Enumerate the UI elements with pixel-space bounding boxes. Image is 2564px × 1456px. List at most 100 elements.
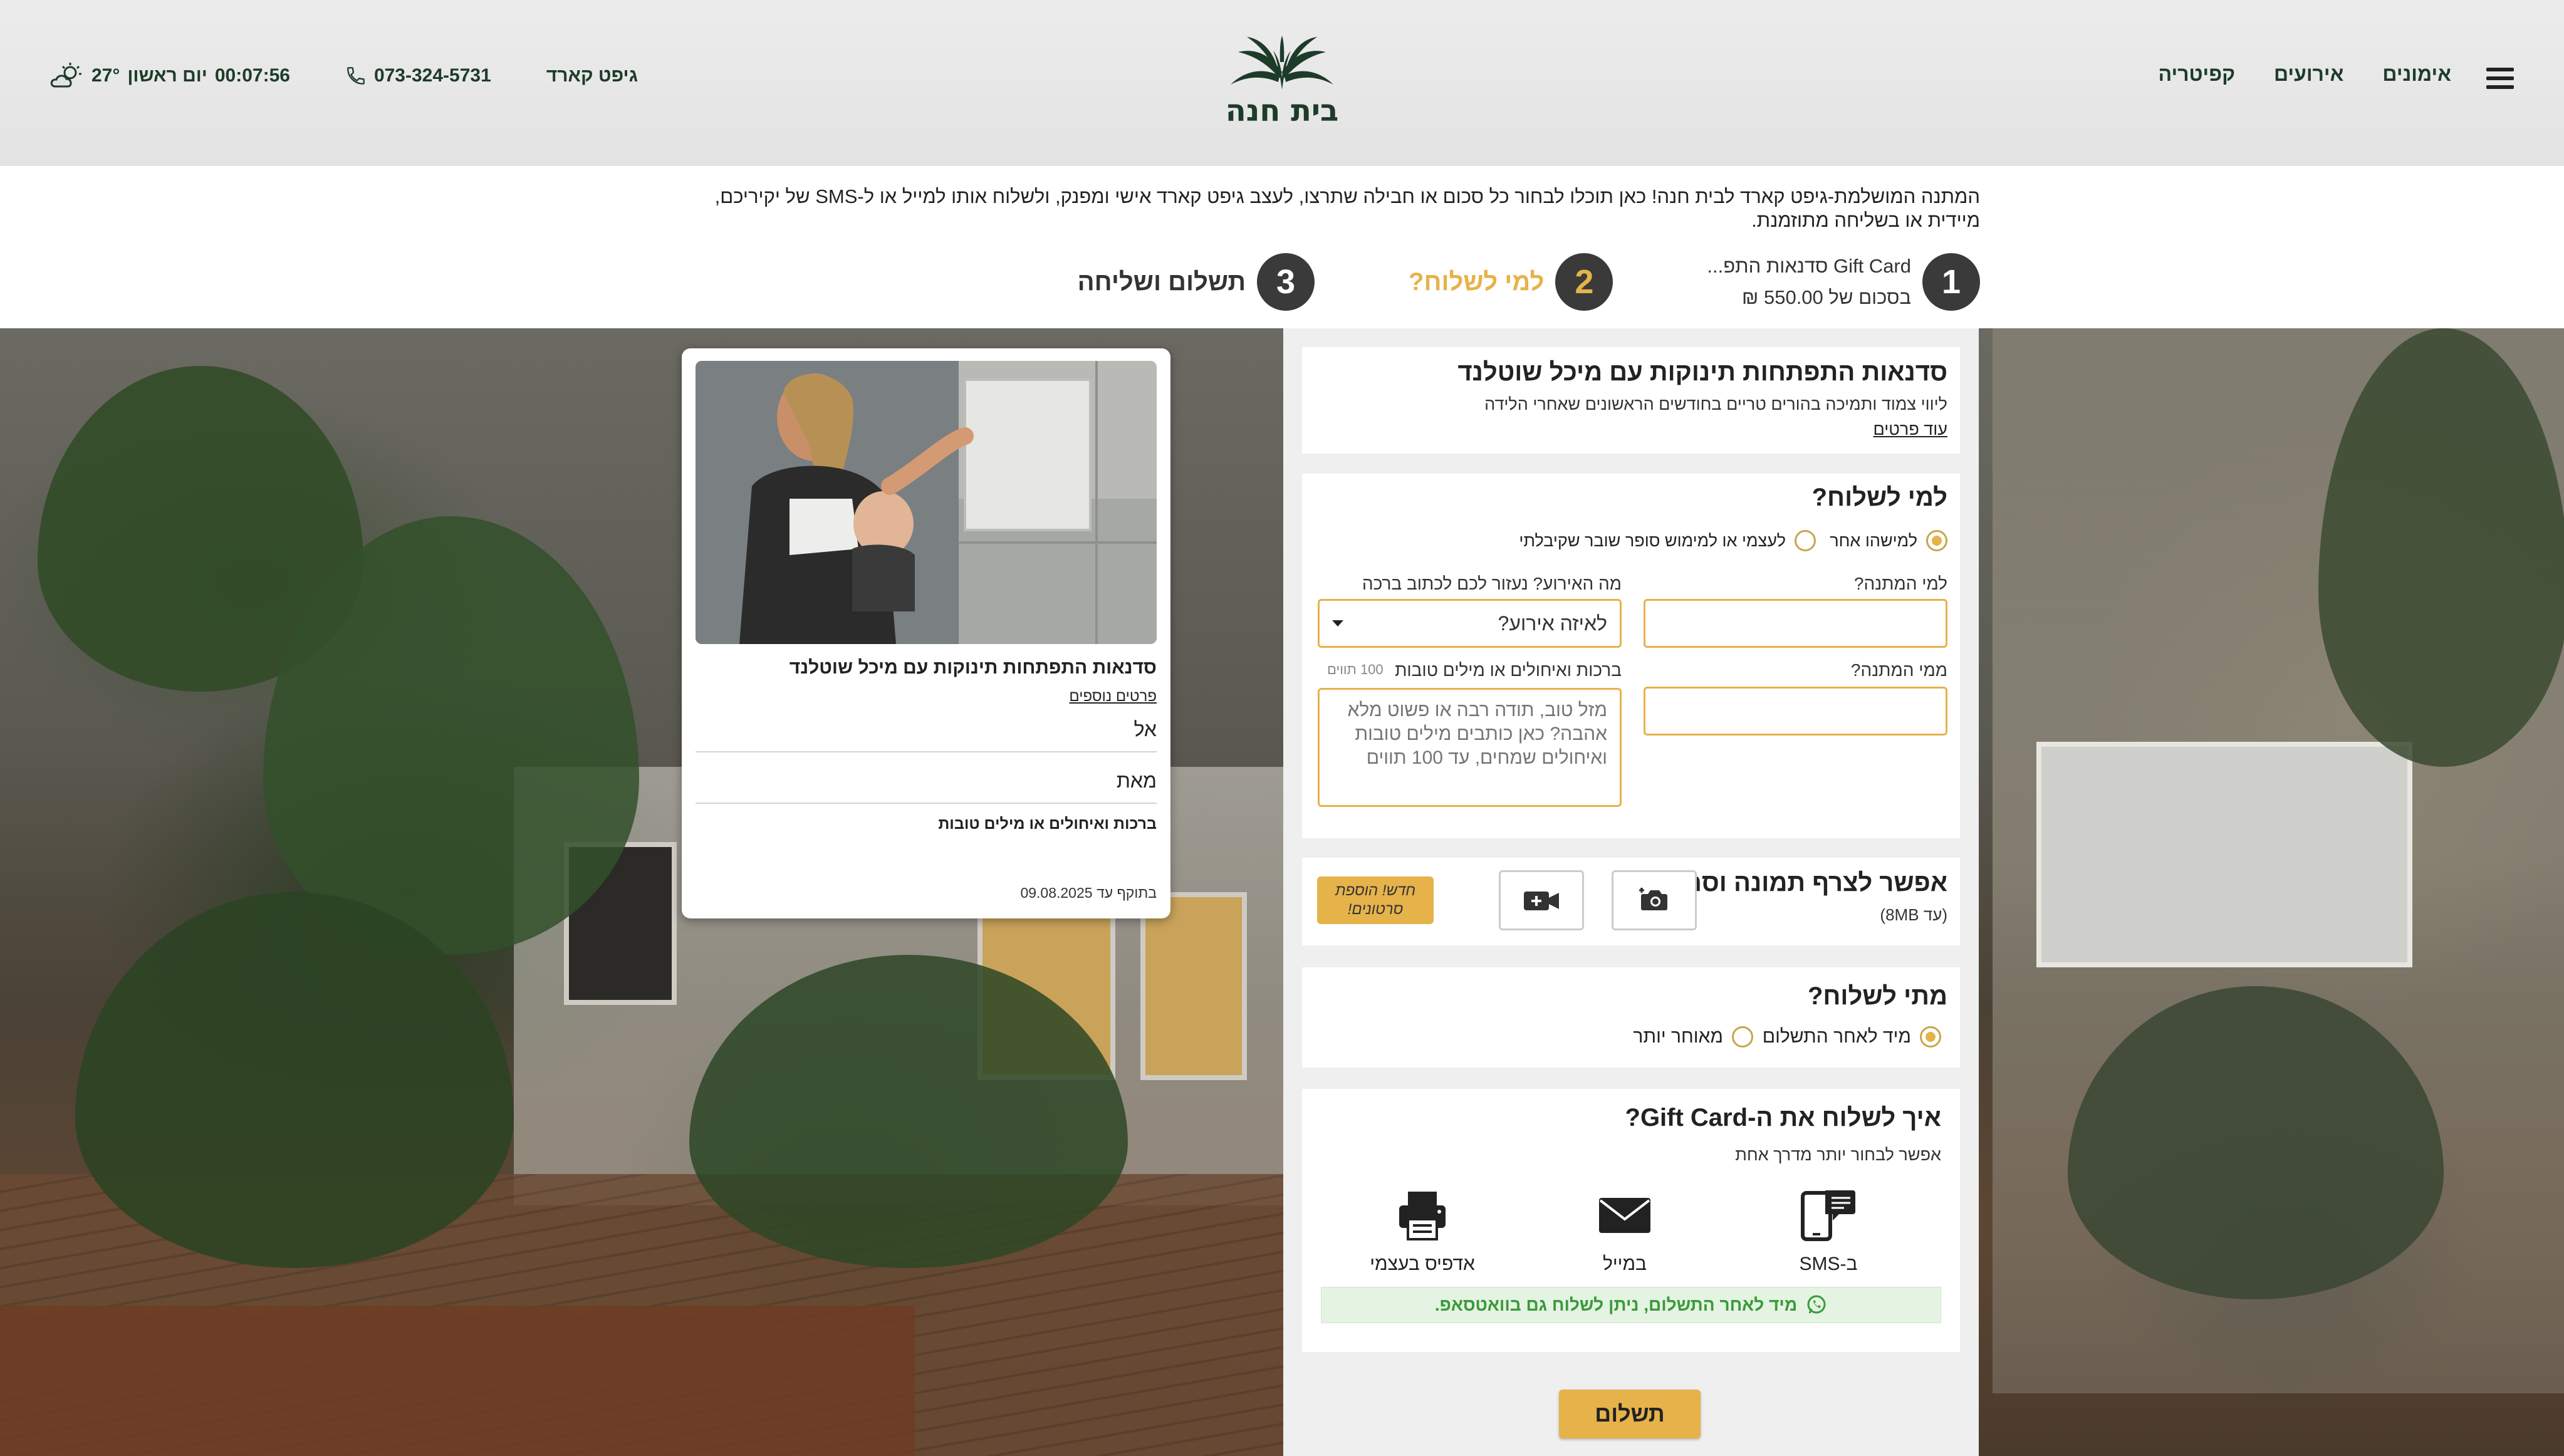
badge-line: חדש! הוספת xyxy=(1335,882,1416,899)
when-section: מתי לשלוח? מיד לאחר התשלום מאוחר יותר xyxy=(1302,967,1960,1068)
media-section: אפשר לצרף תמונה וסרטון (עד 8MB) חדש! הוס… xyxy=(1302,858,1960,945)
email-label: במייל xyxy=(1602,1254,1647,1274)
radio-button[interactable] xyxy=(1732,1026,1753,1048)
recipient-section: למי לשלוח? למישהו אחר לעצמי או למימוש סו… xyxy=(1302,474,1960,838)
from-label: ממי המתנה? xyxy=(1850,660,1947,680)
divider xyxy=(696,803,1157,804)
caret-down-icon xyxy=(1332,620,1343,627)
email-envelope-icon xyxy=(1599,1198,1650,1233)
add-video-button[interactable] xyxy=(1499,870,1584,930)
from-input[interactable] xyxy=(1644,687,1947,736)
pay-button[interactable]: תשלום xyxy=(1559,1390,1701,1438)
step-number: 1 xyxy=(1922,253,1980,311)
step-3[interactable]: 3 תשלום ושליחה xyxy=(1078,253,1315,311)
site-header: אימונים אירועים קפיטריה בית חנה גיפט קאר… xyxy=(0,0,2564,166)
radio-label: למישהו אחר xyxy=(1830,531,1917,550)
product-photo-illustration xyxy=(696,361,1157,644)
menu-icon[interactable] xyxy=(2486,68,2514,89)
preview-to: אל xyxy=(1133,718,1157,741)
nav-item-trainings[interactable]: אימונים xyxy=(2382,63,2451,86)
preview-valid-until: בתוקף עד 09.08.2025 xyxy=(1020,885,1157,901)
radio-button[interactable] xyxy=(1920,1026,1941,1048)
step-1-product: Gift Card סדנאות התפ... xyxy=(1707,255,1911,277)
intro-text: המתנה המושלמת-גיפט קארד לבית חנה! כאן תו… xyxy=(714,185,1980,231)
radio-label: מיד לאחר התשלום xyxy=(1762,1026,1911,1047)
svg-text:בית חנה: בית חנה xyxy=(1226,93,1339,125)
phone-number: 073-324-5731 xyxy=(373,65,491,86)
background-window xyxy=(2036,742,2412,967)
delivery-subtitle: אפשר לבחור יותר מדרך אחת xyxy=(1735,1145,1941,1164)
media-title: אפשר לצרף תמונה וסרטון xyxy=(1655,869,1947,897)
product-title: סדנאות התפתחות תינוקות עם מיכל שוטלנד xyxy=(1457,358,1947,386)
clock: 00:07:56 xyxy=(214,65,290,86)
background-photo xyxy=(0,328,2564,1456)
radio-button[interactable] xyxy=(1795,530,1816,551)
radio-label: לעצמי או למימוש סופר שובר שקיבלתי xyxy=(1519,531,1786,550)
background-window xyxy=(1140,892,1247,1080)
print-yourself-option[interactable]: אדפיס בעצמי xyxy=(1366,1189,1479,1275)
step-number: 3 xyxy=(1257,253,1315,311)
radio-send-to-self[interactable]: לעצמי או למימוש סופר שובר שקיבלתי xyxy=(1519,530,1816,551)
whatsapp-note-text: מיד לאחר התשלום, ניתן לשלוח גם בוואטסאפ. xyxy=(1434,1295,1798,1314)
phone-link[interactable]: 073-324-5731 xyxy=(345,65,491,86)
product-description: ליווי צמוד ותמיכה בהורים טריים בחודשים ה… xyxy=(1484,395,1947,413)
to-input[interactable] xyxy=(1644,599,1947,648)
divider xyxy=(696,751,1157,752)
step-1[interactable]: 1 Gift Card סדנאות התפ... בסכום של 550.0… xyxy=(1707,251,1980,313)
delivery-method-section: איך לשלוח את ה-Gift Card? אפשר לבחור יות… xyxy=(1302,1089,1960,1352)
main-nav: אימונים אירועים קפיטריה xyxy=(2158,63,2451,86)
greeting-textarea[interactable] xyxy=(1318,688,1622,807)
product-summary: סדנאות התפתחות תינוקות עם מיכל שוטלנד לי… xyxy=(1302,347,1960,454)
event-label: מה האירוע? נעזור לכם לכתוב ברכה xyxy=(1362,574,1622,593)
gift-card-link[interactable]: גיפט קארד xyxy=(546,65,638,86)
preview-from: מאת xyxy=(1116,769,1157,792)
site-logo[interactable]: בית חנה xyxy=(1219,34,1345,128)
greeting-label: ברכות ואיחולים או מילים טובות xyxy=(1395,660,1622,680)
background-planter xyxy=(0,1306,915,1456)
nav-item-events[interactable]: אירועים xyxy=(2274,63,2343,86)
printer-icon xyxy=(1399,1192,1446,1240)
event-select[interactable]: לאיזה אירוע? xyxy=(1318,599,1622,648)
add-photo-button[interactable] xyxy=(1612,870,1697,930)
header-info: גיפט קארד 073-324-5731 27° יום ראשון 00:… xyxy=(49,61,638,90)
greeting-counter: 100 תווים xyxy=(1327,662,1384,677)
radio-label: מאוחר יותר xyxy=(1633,1026,1723,1047)
phone-icon xyxy=(347,67,365,85)
event-select-value: לאיזה אירוע? xyxy=(1498,611,1607,635)
radio-send-later[interactable]: מאוחר יותר xyxy=(1633,1026,1753,1048)
recipient-title: למי לשלוח? xyxy=(1811,484,1947,511)
send-sms-option[interactable]: ב-SMS xyxy=(1772,1189,1885,1275)
badge-line: סרטונים! xyxy=(1347,901,1404,918)
send-email-option[interactable]: במייל xyxy=(1568,1189,1681,1275)
new-videos-badge: חדש! הוספת סרטונים! xyxy=(1317,876,1434,924)
radio-send-to-other[interactable]: למישהו אחר xyxy=(1830,530,1947,551)
whatsapp-icon xyxy=(1807,1295,1826,1314)
step-2-label: למי לשלוח? xyxy=(1409,268,1545,296)
media-size-limit: (עד 8MB) xyxy=(1880,905,1947,924)
day-label: יום ראשון xyxy=(127,65,207,86)
weather-widget: 27° יום ראשון 00:07:56 xyxy=(49,61,290,90)
radio-send-now[interactable]: מיד לאחר התשלום xyxy=(1763,1026,1941,1048)
radio-button[interactable] xyxy=(1926,530,1947,551)
to-label: למי המתנה? xyxy=(1853,574,1947,593)
whatsapp-note: מיד לאחר התשלום, ניתן לשלוח גם בוואטסאפ. xyxy=(1321,1287,1941,1323)
step-1-amount: בסכום של 550.00 ₪ xyxy=(1742,286,1911,308)
print-label: אדפיס בעצמי xyxy=(1370,1254,1475,1274)
step-number: 2 xyxy=(1555,253,1613,311)
gift-card-label: גיפט קארד xyxy=(546,65,638,86)
temperature: 27° xyxy=(91,65,120,86)
sms-phone-icon xyxy=(1801,1190,1855,1241)
nav-item-cafeteria[interactable]: קפיטריה xyxy=(2158,63,2235,86)
add-photo-icon xyxy=(1639,888,1667,910)
palm-logo-icon: בית חנה xyxy=(1226,36,1339,128)
sms-label: ב-SMS xyxy=(1799,1254,1858,1274)
delivery-title: איך לשלוח את ה-Gift Card? xyxy=(1625,1104,1942,1131)
product-photo xyxy=(696,361,1157,644)
step-2[interactable]: 2 למי לשלוח? xyxy=(1409,253,1613,311)
step-3-label: תשלום ושליחה xyxy=(1077,268,1246,296)
checkout-steps: 1 Gift Card סדנאות התפ... בסכום של 550.0… xyxy=(1078,251,1980,313)
preview-title: סדנאות התפתחות תינוקות עם מיכל שוטלנד xyxy=(789,657,1157,678)
preview-details-link[interactable]: פרטים נוספים xyxy=(1069,688,1157,705)
partly-cloudy-icon xyxy=(50,63,81,88)
more-details-link[interactable]: עוד פרטים xyxy=(1873,420,1948,439)
